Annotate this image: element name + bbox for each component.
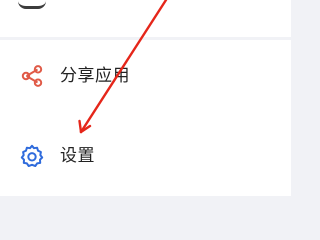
menu-card: 分享应用 设置: [0, 40, 291, 196]
previous-menu-card: [0, 0, 291, 37]
gear-icon: [20, 144, 44, 167]
cropped-previous-icon: [18, 0, 46, 9]
share-app-label: 分享应用: [60, 65, 130, 86]
share-icon: [21, 65, 43, 87]
settings-label: 设置: [60, 145, 95, 166]
menu-item-share-app[interactable]: 分享应用: [0, 46, 291, 106]
menu-item-settings[interactable]: 设置: [0, 126, 291, 186]
